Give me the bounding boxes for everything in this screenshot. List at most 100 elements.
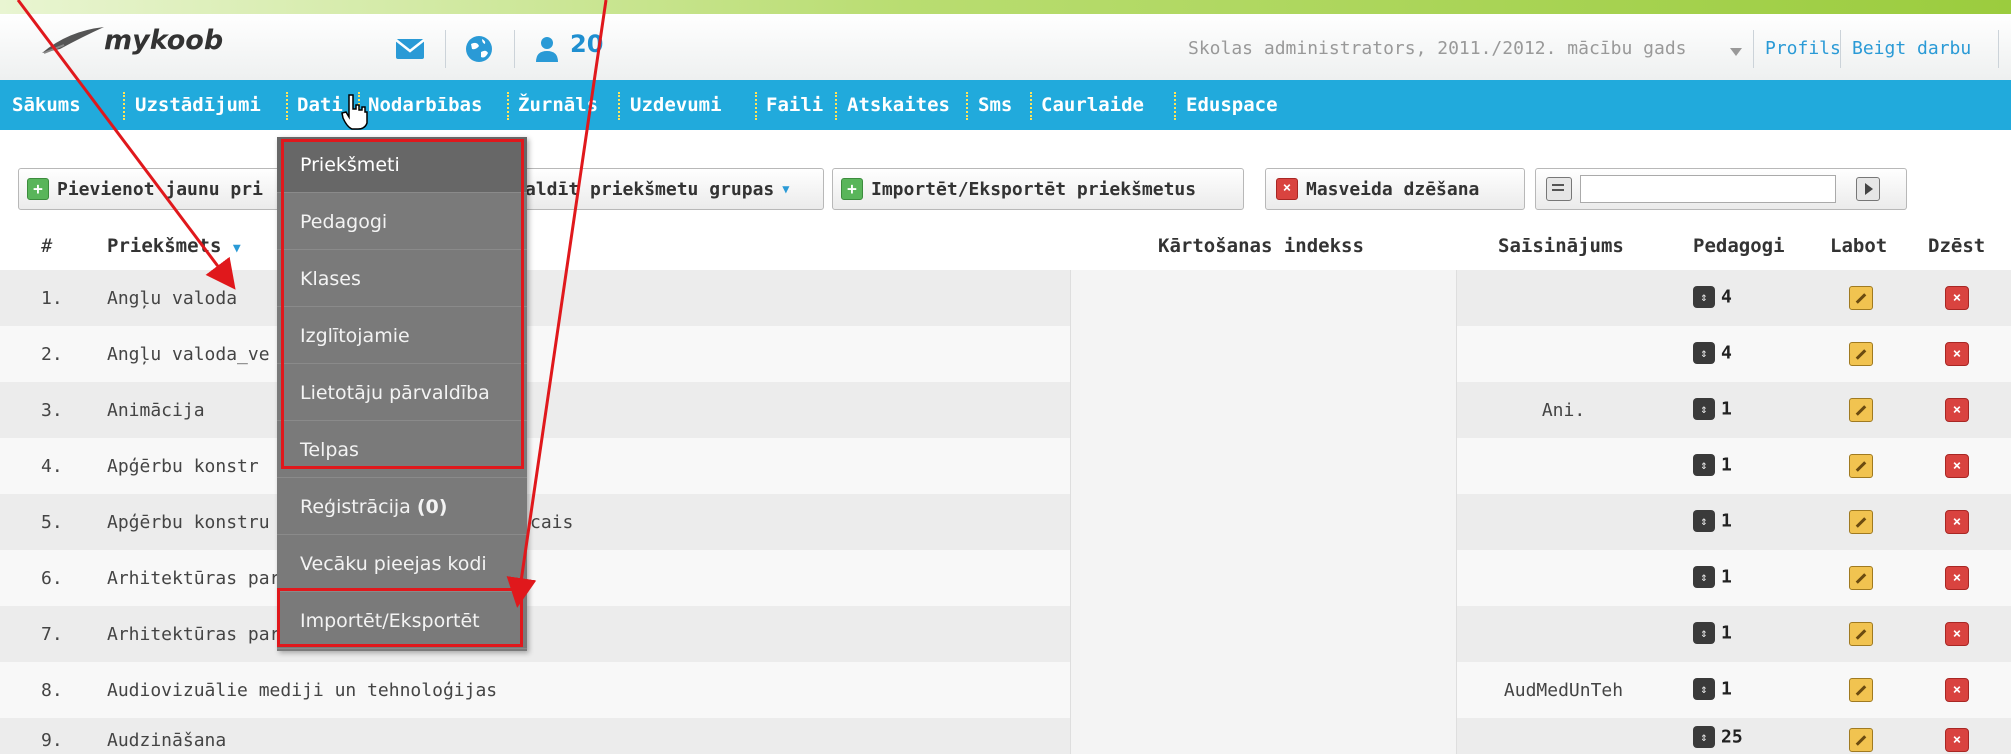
teachers-cell[interactable]: ⇕ 1 <box>1693 622 1732 644</box>
nav-separator <box>966 92 968 120</box>
row-number: 3. <box>41 400 63 421</box>
subject-name[interactable]: Arhitektūras par <box>107 624 280 645</box>
next-icon[interactable] <box>1856 177 1880 201</box>
teachers-cell[interactable]: ⇕ 1 <box>1693 398 1732 420</box>
teachers-cell[interactable]: ⇕ 25 <box>1693 726 1743 748</box>
nav-item-eduspace[interactable]: Eduspace <box>1186 80 1278 130</box>
subject-name[interactable]: Angļu valoda_ve <box>107 344 270 365</box>
subject-name[interactable]: Angļu valoda <box>107 288 237 309</box>
globe-icon[interactable] <box>462 32 496 66</box>
profile-link[interactable]: Profils <box>1765 38 1841 59</box>
abbreviation-cell: AudMedUnTeh <box>1456 662 1670 718</box>
teachers-cell[interactable]: ⇕ 1 <box>1693 566 1732 588</box>
account-selector[interactable]: Skolas administrators, 2011./2012. mācīb… <box>1188 38 1687 59</box>
envelope-icon[interactable] <box>393 32 427 66</box>
abbreviation-cell <box>1456 326 1670 382</box>
nav-item-zurnals[interactable]: Žurnāls <box>518 80 598 130</box>
nav-item-uzstadijumi[interactable]: Uzstādījumi <box>135 80 261 130</box>
teachers-cell[interactable]: ⇕ 1 <box>1693 510 1732 532</box>
teachers-cell[interactable]: ⇕ 1 <box>1693 454 1732 476</box>
abbreviation-cell <box>1456 270 1670 326</box>
sort-index-cell <box>1070 438 1457 494</box>
import-export-button[interactable]: + Importēt/Eksportēt priekšmetus <box>832 168 1244 210</box>
quill-icon <box>42 27 104 54</box>
filter-input[interactable] <box>1580 175 1836 203</box>
chevron-down-icon: ▼ <box>782 182 790 196</box>
delete-icon[interactable]: × <box>1945 454 1969 478</box>
sort-index-cell <box>1070 326 1457 382</box>
col-edit: Labot <box>1830 235 1888 257</box>
delete-icon[interactable]: × <box>1945 398 1969 422</box>
menu-item-telpas[interactable]: Telpas <box>277 422 527 478</box>
menu-item-registracija[interactable]: Reģistrācija (0) <box>277 479 527 535</box>
users-count[interactable]: 20 <box>570 30 603 58</box>
edit-icon[interactable] <box>1849 728 1873 752</box>
edit-icon[interactable] <box>1849 454 1873 478</box>
menu-item-prieksmeti[interactable]: Priekšmeti <box>277 137 527 193</box>
nav-item-sms[interactable]: Sms <box>978 80 1012 130</box>
hand-pointer-icon <box>341 94 368 130</box>
teachers-cell[interactable]: ⇕ 4 <box>1693 286 1732 308</box>
nav-separator <box>123 92 125 120</box>
edit-icon[interactable] <box>1849 398 1873 422</box>
delete-icon[interactable]: × <box>1945 622 1969 646</box>
manage-groups-button[interactable]: aldīt priekšmetu grupas ▼ <box>520 168 824 210</box>
logo[interactable]: mykoob <box>38 22 223 58</box>
table-row: 9. Audzināšana ⇕ 25 × <box>0 718 2011 754</box>
mass-delete-button[interactable]: × Masveida dzēšana <box>1265 168 1525 210</box>
menu-item-izglitojamie[interactable]: Izglītojamie <box>277 308 527 364</box>
edit-icon[interactable] <box>1849 342 1873 366</box>
edit-icon[interactable] <box>1849 286 1873 310</box>
teachers-count: 1 <box>1721 622 1732 644</box>
expand-icon: ⇕ <box>1693 726 1715 748</box>
edit-icon[interactable] <box>1849 510 1873 534</box>
teachers-cell[interactable]: ⇕ 1 <box>1693 678 1732 700</box>
edit-icon[interactable] <box>1849 566 1873 590</box>
col-subject[interactable]: Priekšmets ▼ <box>107 235 241 257</box>
calendar-icon[interactable] <box>1546 177 1572 201</box>
delete-icon[interactable]: × <box>1945 510 1969 534</box>
sort-index-cell <box>1070 382 1457 438</box>
add-subject-button[interactable]: + Pievienot jaunu pri <box>18 168 282 210</box>
nav-item-sakums[interactable]: Sākums <box>12 80 81 130</box>
nav-separator <box>618 92 620 120</box>
col-num: # <box>41 235 53 257</box>
chevron-down-icon[interactable] <box>1730 48 1742 56</box>
delete-icon[interactable]: × <box>1945 286 1969 310</box>
delete-icon[interactable]: × <box>1945 342 1969 366</box>
menu-item-vecaku-pieejas-kodi[interactable]: Vecāku pieejas kodi <box>277 536 527 592</box>
nav-item-faili[interactable]: Faili <box>766 80 823 130</box>
expand-icon: ⇕ <box>1693 678 1715 700</box>
nav-item-nodarbibas[interactable]: Nodarbības <box>368 80 482 130</box>
header-separator <box>445 30 446 68</box>
subject-name[interactable]: Apģērbu konstru <box>107 512 270 533</box>
subject-name[interactable]: Audiovizuālie mediji un tehnoloģijas <box>107 680 497 701</box>
subject-name[interactable]: Audzināšana <box>107 730 226 751</box>
delete-icon[interactable]: × <box>1945 728 1969 752</box>
plus-icon: + <box>27 178 49 200</box>
subject-name[interactable]: Arhitektūras par <box>107 568 280 589</box>
col-abbreviation: Saīsinājums <box>1498 235 1624 257</box>
subject-name[interactable]: Animācija <box>107 400 205 421</box>
nav-item-atskaites[interactable]: Atskaites <box>847 80 950 130</box>
registration-count: (0) <box>416 496 448 518</box>
users-icon[interactable] <box>530 32 564 66</box>
menu-item-lietotaju-parvaldiba[interactable]: Lietotāju pārvaldība <box>277 365 527 421</box>
menu-item-importet-eksportet[interactable]: Importēt/Eksportēt <box>277 593 527 649</box>
delete-icon[interactable]: × <box>1945 566 1969 590</box>
logout-link[interactable]: Beigt darbu <box>1852 38 1971 59</box>
menu-item-registracija-label: Reģistrācija <box>300 496 411 518</box>
subject-name[interactable]: Apģērbu konstr <box>107 456 259 477</box>
abbreviation-text: AudMedUnTeh <box>1503 680 1624 701</box>
teachers-cell[interactable]: ⇕ 4 <box>1693 342 1732 364</box>
abbreviation-cell <box>1456 550 1670 606</box>
edit-icon[interactable] <box>1849 678 1873 702</box>
nav-separator <box>755 92 757 120</box>
nav-item-dati[interactable]: Dati <box>297 80 343 130</box>
nav-item-caurlaide[interactable]: Caurlaide <box>1041 80 1144 130</box>
delete-icon[interactable]: × <box>1945 678 1969 702</box>
menu-item-klases[interactable]: Klases <box>277 251 527 307</box>
menu-item-pedagogi[interactable]: Pedagogi <box>277 194 527 250</box>
nav-item-uzdevumi[interactable]: Uzdevumi <box>630 80 722 130</box>
edit-icon[interactable] <box>1849 622 1873 646</box>
